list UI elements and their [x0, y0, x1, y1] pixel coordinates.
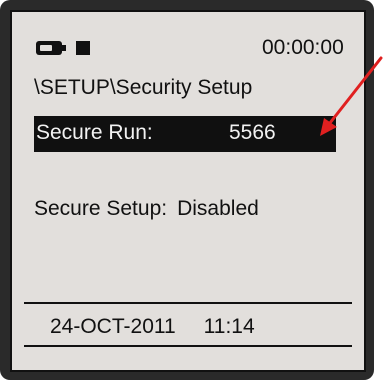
device-frame: 00:00:00 \SETUP\Security Setup Secure Ru…: [0, 0, 374, 380]
battery-icon: [36, 41, 66, 55]
lcd-screen: 00:00:00 \SETUP\Security Setup Secure Ru…: [10, 10, 366, 372]
secure-run-row[interactable]: Secure Run: 5566: [34, 116, 336, 152]
menu-path: \SETUP\Security Setup: [34, 76, 253, 99]
secure-setup-row[interactable]: Secure Setup: Disabled: [34, 197, 259, 221]
secure-setup-value[interactable]: Disabled: [177, 197, 259, 220]
date-time-row: 24-OCT-2011 11:14: [50, 315, 255, 339]
secure-run-label: Secure Run:: [36, 121, 153, 144]
status-time: 00:00:00: [262, 36, 344, 59]
battery-cell: [40, 45, 52, 51]
divider-top: [24, 302, 352, 304]
secure-run-value[interactable]: 5566: [229, 121, 276, 145]
divider-bottom: [24, 345, 352, 347]
square-indicator-icon: [76, 41, 90, 55]
battery-terminal: [62, 45, 66, 51]
date-text: 24-OCT-2011: [50, 315, 176, 338]
clock-text: 11:14: [203, 315, 255, 338]
secure-setup-label: Secure Setup:: [34, 197, 168, 220]
